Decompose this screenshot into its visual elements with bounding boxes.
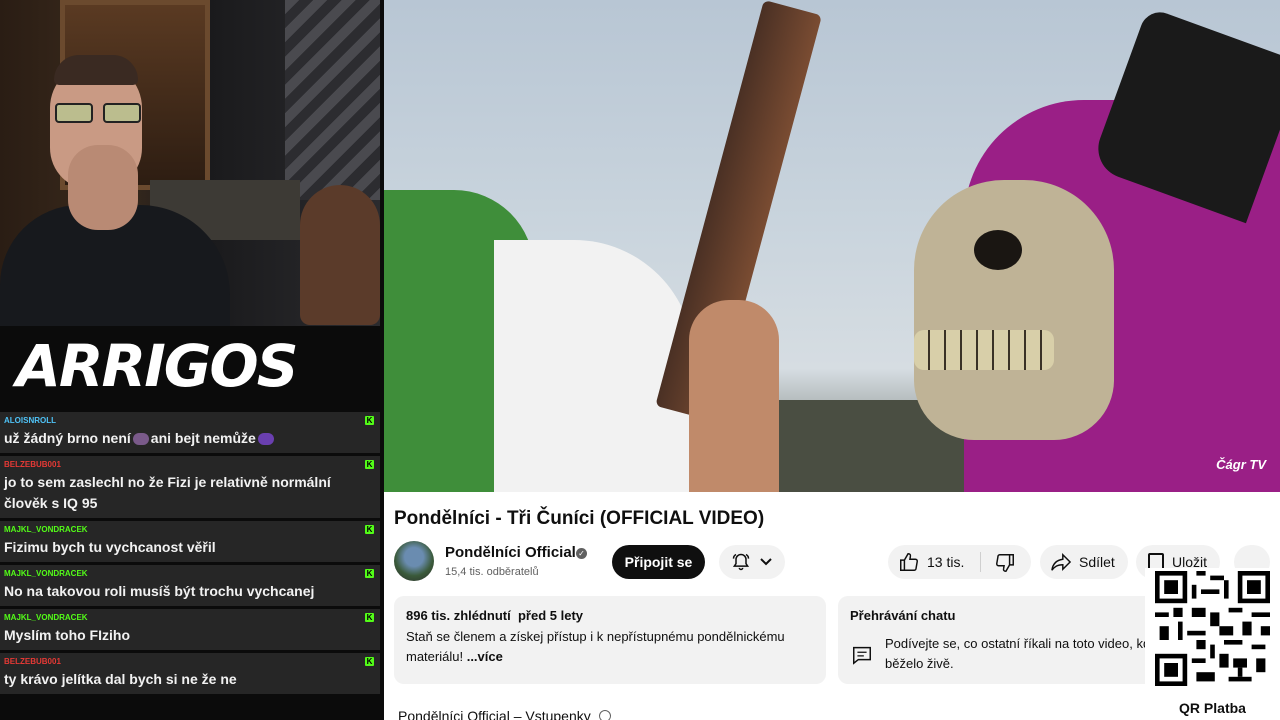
stream-layout: ARRIGOS ALOISNROLL už žádný brno není ani… — [0, 0, 1280, 720]
chat-message: MAJKL_VONDRACEK Myslím toho FIziho K — [0, 609, 380, 650]
chat-username: MAJKL_VONDRACEK — [4, 569, 88, 578]
video-title: Pondělníci - Tři Čuníci (OFFICIAL VIDEO) — [394, 508, 765, 529]
description-text: Staň se členem a získej přístup i k nepř… — [406, 627, 816, 667]
kick-badge-icon: K — [365, 416, 374, 425]
chat-username: BELZEBUB001 — [4, 460, 61, 469]
verified-check-icon: ✓ — [576, 548, 587, 559]
webcam-streamer-glasses — [55, 103, 143, 123]
chat-replay-title: Přehrávání chatu — [850, 608, 956, 623]
video-scene-skull-teeth — [914, 330, 1054, 370]
webcam-plush-toy — [300, 185, 380, 325]
emote-icon — [132, 433, 149, 446]
qr-code-icon — [1155, 571, 1270, 686]
bell-icon — [732, 553, 750, 571]
stream-logo: ARRIGOS — [0, 326, 380, 408]
webcam-feed — [0, 0, 380, 326]
chat-username: BELZEBUB001 — [4, 657, 61, 666]
like-separator — [980, 552, 981, 572]
kick-badge-icon: K — [365, 657, 374, 666]
qr-payment-overlay: QR Platba — [1145, 568, 1280, 720]
chat-replay-text: Podívejte se, co ostatní říkali na toto … — [885, 636, 1164, 671]
kick-badge-icon: K — [365, 525, 374, 534]
chat-username: MAJKL_VONDRACEK — [4, 525, 88, 534]
kick-badge-icon: K — [365, 613, 374, 622]
chat-message: MAJKL_VONDRACEK Fizimu bych tu vychcanos… — [0, 521, 380, 562]
video-player[interactable]: Čágr TV — [384, 0, 1280, 492]
like-count[interactable]: 13 tis. — [927, 554, 964, 570]
chat-text-part: ani bejt nemůže — [150, 430, 256, 446]
chat-text-part: už žádný brno není — [4, 430, 131, 446]
logo-text: ARRIGOS — [16, 332, 298, 400]
video-watermark: Čágr TV — [1216, 457, 1266, 472]
channel-avatar[interactable] — [394, 541, 434, 581]
chat-text: Fizimu bych tu vychcanost věřil — [4, 539, 216, 555]
webcam-streamer-hand — [68, 145, 138, 230]
subscriber-count: 15,4 tis. odběratelů — [445, 566, 539, 578]
share-label: Sdílet — [1079, 554, 1115, 570]
emote-icon — [257, 433, 274, 446]
join-button[interactable]: Připojit se — [612, 545, 705, 579]
webcam-acoustic-panels — [285, 0, 380, 200]
chat-text: ty krávo jelítka dal bych si ne že ne — [4, 671, 237, 687]
channel-name[interactable]: Pondělníci Official — [445, 544, 576, 561]
stream-overlay: ARRIGOS ALOISNROLL už žádný brno není ani… — [0, 0, 384, 720]
chat-message: MAJKL_VONDRACEK No na takovou roli musíš… — [0, 565, 380, 606]
chevron-down-icon — [760, 558, 772, 566]
like-icon[interactable] — [898, 551, 920, 573]
show-more-link[interactable]: ...více — [467, 649, 503, 664]
tickets-link-row[interactable]: Pondělníci Official – Vstupenky — [398, 708, 611, 720]
chat-username: ALOISNROLL — [4, 416, 56, 425]
chat-message: ALOISNROLL už žádný brno není ani bejt ne… — [0, 412, 380, 453]
chat-username: MAJKL_VONDRACEK — [4, 613, 88, 622]
view-count: 896 tis. zhlédnutí — [406, 608, 511, 623]
chat-message: BELZEBUB001 jo to sem zaslechl no že Fiz… — [0, 456, 380, 518]
kick-badge-icon: K — [365, 460, 374, 469]
webcam-streamer-hair — [54, 55, 138, 85]
info-icon[interactable] — [598, 710, 611, 720]
share-button[interactable]: Sdílet — [1040, 545, 1128, 579]
tickets-link-text: Pondělníci Official – Vstupenky — [398, 708, 591, 720]
video-scene-arm — [689, 300, 779, 492]
share-icon — [1051, 552, 1072, 572]
stream-chat: ALOISNROLL už žádný brno není ani bejt ne… — [0, 412, 380, 697]
video-scene-skull-eye — [974, 230, 1022, 270]
notification-bell-button[interactable] — [719, 545, 785, 579]
upload-age: před 5 lety — [517, 608, 584, 623]
video-scene-skull-mask — [914, 180, 1114, 440]
kick-badge-icon: K — [365, 569, 374, 578]
video-scene-tent-white — [494, 240, 694, 492]
chat-text: jo to sem zaslechl no že Fizi je relativ… — [4, 474, 331, 511]
qr-label: QR Platba — [1179, 700, 1246, 716]
description-body: Staň se členem a získej přístup i k nepř… — [406, 629, 785, 664]
description-box[interactable]: 896 tis. zhlédnutí před 5 lety Staň se č… — [394, 596, 826, 684]
dislike-icon[interactable] — [994, 552, 1016, 574]
chat-text: Myslím toho FIziho — [4, 627, 130, 643]
chat-text: No na takovou roli musíš být trochu vych… — [4, 583, 315, 599]
chat-bubble-icon — [853, 646, 871, 665]
like-dislike-group: 13 tis. — [888, 545, 1031, 579]
chat-message: BELZEBUB001 ty krávo jelítka dal bych si… — [0, 653, 380, 694]
chat-text: už žádný brno není ani bejt nemůže — [4, 428, 376, 449]
description-meta: 896 tis. zhlédnutí před 5 lety — [406, 608, 583, 623]
